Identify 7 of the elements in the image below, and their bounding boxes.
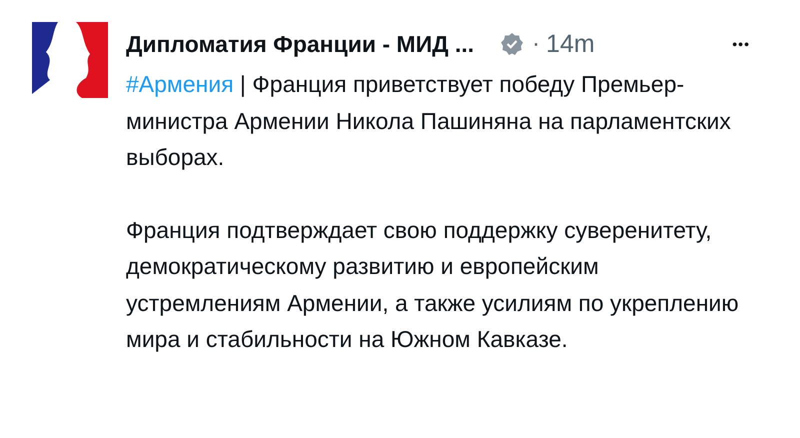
post-time[interactable]: 14m	[546, 30, 595, 58]
avatar-logo-icon	[32, 22, 108, 98]
more-menu[interactable]: •••	[732, 36, 750, 52]
author-name[interactable]: Дипломатия Франции - МИД ...	[126, 30, 474, 58]
post-text: #Армения | Франция приветствует победу Премьер-министра Армении Никола Пашиняна на парламентских выборах.	[126, 70, 732, 172]
post-text: Франция подтверждает свою поддержку суверенитету, демократическому развитию и европейским устремлениям Армении, а также усилиям по укреплению мира и стабильности на Южном Кавказе.	[126, 216, 740, 354]
separator-dot: ·	[532, 30, 540, 58]
